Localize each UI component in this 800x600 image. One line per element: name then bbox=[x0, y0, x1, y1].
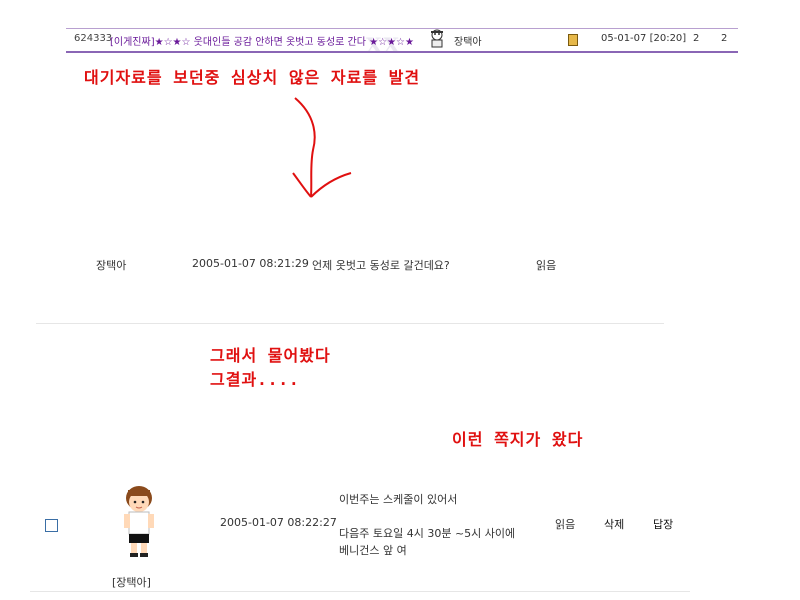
post-author[interactable]: 장택아 bbox=[454, 33, 482, 48]
message-select-checkbox[interactable] bbox=[45, 519, 58, 532]
annotation-asked: 그래서 물어봤다 bbox=[210, 346, 331, 365]
post-view-count: 2 bbox=[721, 33, 728, 44]
annotation-note-arrived: 이런 쪽지가 왔다 bbox=[452, 430, 584, 449]
message-line: 베니건스 앞 여 bbox=[339, 544, 407, 557]
reply-button[interactable]: 답장 bbox=[653, 516, 673, 532]
post-list-row[interactable]: XX 624333 [이게진짜]★☆★☆ 웃대인들 공감 안하면 옷벗고 동성로… bbox=[66, 28, 738, 57]
sender-avatar-icon bbox=[124, 486, 154, 557]
message-read-status: 읽음 bbox=[555, 518, 576, 531]
post-title-link[interactable]: [이게진짜]★☆★☆ 웃대인들 공감 안하면 옷벗고 동성로 간다 ★☆★☆★ bbox=[110, 33, 414, 48]
annotation-discovery: 대기자료를 보던중 심상치 않은 자료를 발견 bbox=[84, 68, 421, 87]
sent-message-row: 장택아 2005-01-07 08:21:29 언제 옷벗고 동성로 갈건데요?… bbox=[40, 250, 660, 278]
author-avatar-icon bbox=[431, 29, 443, 48]
message-read-status: 읽음 bbox=[536, 259, 557, 272]
sender-name-label[interactable]: [장택아] bbox=[112, 574, 151, 590]
annotation-result: 그결과.... bbox=[210, 370, 300, 389]
post-comment-count: 2 bbox=[693, 33, 700, 44]
hand-drawn-arrow-icon bbox=[292, 97, 352, 198]
message-datetime: 2005-01-07 08:22:27 bbox=[220, 516, 337, 529]
message-sender: 장택아 bbox=[96, 259, 127, 272]
message-content[interactable]: 언제 옷벗고 동성로 갈건데요? bbox=[312, 257, 450, 273]
message-datetime: 2005-01-07 08:21:29 bbox=[192, 257, 309, 270]
divider bbox=[36, 323, 664, 324]
post-date: 05-01-07 [20:20] bbox=[601, 33, 687, 44]
delete-button[interactable]: 삭제 bbox=[604, 516, 624, 532]
post-id: 624333 bbox=[74, 33, 113, 44]
message-line: 다음주 토요일 4시 30분 ~5시 사이에 bbox=[339, 527, 516, 540]
memo-icon[interactable] bbox=[568, 34, 578, 46]
divider bbox=[30, 591, 690, 592]
message-line: 이번주는 스케줄이 있어서 bbox=[339, 493, 458, 506]
